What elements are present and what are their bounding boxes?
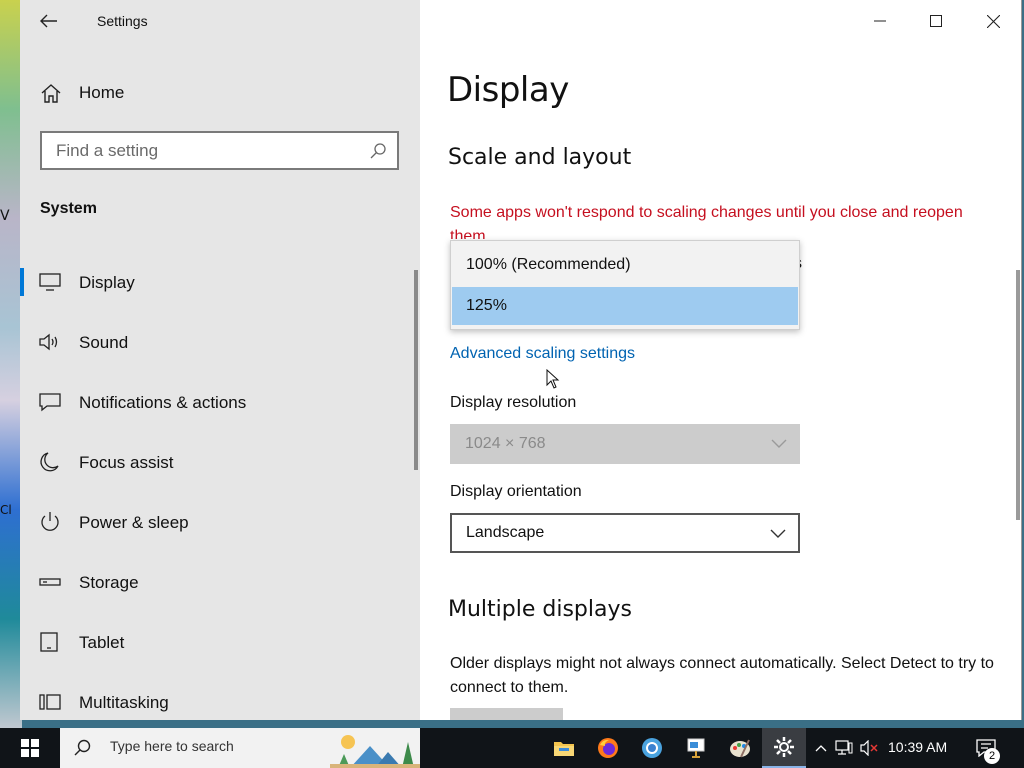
home-label: Home	[79, 83, 125, 102]
chevron-down-icon	[770, 529, 786, 538]
chevron-up-icon	[815, 745, 827, 752]
volume-muted-icon	[860, 740, 878, 756]
taskbar-search-placeholder: Type here to search	[110, 738, 234, 754]
orientation-select[interactable]: Landscape	[450, 513, 800, 553]
sidebar-item-label: Storage	[79, 573, 139, 592]
network-icon	[835, 740, 853, 755]
scale-option-125[interactable]: 125%	[452, 287, 798, 325]
sidebar-item-label: Focus assist	[79, 453, 174, 472]
speaker-icon	[39, 333, 58, 351]
search-input[interactable]	[42, 133, 362, 168]
navigation-pane: Settings Home System Display Sound Notif…	[20, 0, 420, 720]
content-pane: Display Scale and layout Some apps won't…	[420, 0, 1021, 720]
storage-icon	[39, 578, 61, 586]
taskbar-clock[interactable]: 10:39 AM	[888, 739, 947, 755]
search-icon	[74, 739, 91, 756]
tablet-icon	[40, 632, 58, 652]
sidebar-item-label: Multitasking	[79, 693, 169, 712]
content-scrollbar[interactable]	[1016, 270, 1020, 520]
page-title: Display	[447, 70, 569, 110]
sidebar-item-label: Tablet	[79, 633, 125, 652]
section-label: System	[40, 200, 97, 217]
title-bar: Settings	[20, 0, 420, 42]
sidebar-item-focus-assist[interactable]: Focus assist	[20, 432, 415, 492]
home-icon	[41, 84, 61, 103]
file-explorer-icon	[554, 742, 574, 756]
volume-tray-button[interactable]	[856, 728, 882, 768]
mouse-cursor-icon	[546, 369, 560, 389]
resolution-select[interactable]: 1024 × 768	[450, 424, 800, 464]
show-hidden-icons-button[interactable]	[810, 728, 832, 768]
sidebar-item-label: Power & sleep	[79, 513, 189, 532]
home-nav-item[interactable]: Home	[20, 72, 420, 114]
action-center-button[interactable]: 2	[966, 728, 1006, 768]
monitor-icon	[39, 273, 61, 291]
taskbar: Type here to search 10:39 AM 2	[0, 728, 1024, 768]
advanced-scaling-link[interactable]: Advanced scaling settings	[450, 345, 635, 363]
multiple-displays-heading: Multiple displays	[448, 597, 632, 622]
sidebar-item-label: Display	[79, 273, 135, 292]
maximize-button[interactable]	[908, 0, 964, 42]
firefox-icon	[598, 738, 618, 758]
back-arrow-icon	[40, 14, 57, 28]
paint-icon	[730, 739, 750, 758]
maximize-icon	[930, 15, 942, 27]
network-tray-button[interactable]	[832, 728, 856, 768]
desktop-icon-label: Cl	[0, 503, 12, 517]
notification-count-badge: 2	[984, 748, 1000, 764]
sidebar-item-tablet[interactable]: Tablet	[20, 612, 415, 672]
sidebar-item-storage[interactable]: Storage	[20, 552, 415, 612]
multiple-displays-text: Older displays might not always connect …	[450, 655, 994, 696]
notification-icon	[39, 393, 61, 412]
taskbar-firefox[interactable]	[586, 728, 630, 768]
scale-layout-heading: Scale and layout	[448, 145, 632, 170]
taskbar-paint[interactable]	[718, 728, 762, 768]
close-button[interactable]	[965, 0, 1021, 42]
chrome-icon	[642, 738, 662, 758]
sidebar-item-multitasking[interactable]: Multitasking	[20, 672, 415, 720]
sidebar-item-power-sleep[interactable]: Power & sleep	[20, 492, 415, 552]
chevron-down-icon	[771, 439, 787, 448]
sidebar-item-display[interactable]: Display	[20, 252, 415, 312]
taskbar-chrome[interactable]	[630, 728, 674, 768]
resolution-label: Display resolution	[450, 394, 577, 411]
settings-window: Settings Home System Display Sound Notif…	[20, 0, 1022, 720]
desktop-wallpaper	[0, 0, 22, 728]
orientation-value: Landscape	[466, 524, 545, 541]
find-setting-search[interactable]	[40, 131, 399, 170]
taskbar-settings[interactable]	[762, 728, 806, 768]
search-highlight-illustration	[330, 728, 420, 768]
scaling-warning: Some apps won't respond to scaling chang…	[450, 204, 963, 239]
settings-gear-icon	[774, 737, 794, 757]
back-button[interactable]	[32, 6, 66, 36]
app-title: Settings	[97, 13, 148, 29]
taskbar-file-explorer[interactable]	[542, 728, 586, 768]
taskbar-search[interactable]: Type here to search	[60, 728, 420, 768]
minimize-button[interactable]	[852, 0, 908, 42]
scale-option-100[interactable]: 100% (Recommended)	[452, 246, 798, 284]
search-icon	[370, 143, 386, 159]
scale-dropdown-list: 100% (Recommended) 125%	[450, 240, 800, 330]
sidebar-item-label: Notifications & actions	[79, 393, 247, 412]
multitasking-icon	[39, 694, 61, 710]
resolution-value: 1024 × 768	[465, 435, 546, 452]
sidebar-item-notifications[interactable]: Notifications & actions	[20, 372, 415, 432]
sidebar-item-label: Sound	[79, 333, 129, 352]
sidebar-item-sound[interactable]: Sound	[20, 312, 415, 372]
nav-list: Display Sound Notifications & actions Fo…	[20, 252, 415, 720]
presentation-icon	[687, 738, 705, 758]
moon-icon	[40, 452, 59, 472]
taskbar-presentation-app[interactable]	[674, 728, 718, 768]
detect-button[interactable]	[450, 708, 563, 720]
power-icon	[41, 512, 59, 531]
close-icon	[986, 14, 1000, 28]
orientation-label: Display orientation	[450, 483, 582, 500]
windows-logo-icon	[21, 739, 39, 757]
minimize-icon	[874, 20, 886, 22]
start-button[interactable]	[0, 728, 60, 768]
nav-scrollbar[interactable]	[414, 270, 418, 470]
desktop-icon-label: V	[0, 208, 10, 224]
